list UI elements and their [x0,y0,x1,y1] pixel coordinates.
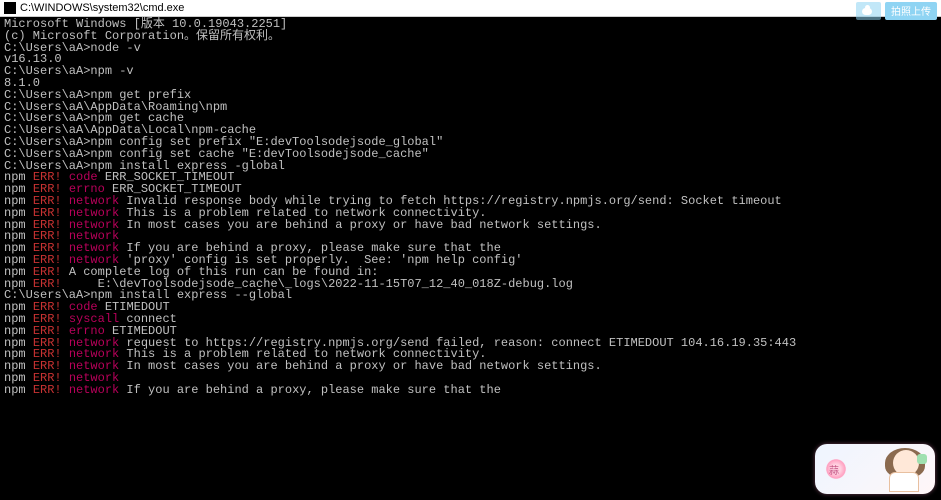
line: C:\Users\aA>npm -v [4,66,937,78]
cloud-badge[interactable] [856,2,881,20]
flower-icon [825,458,847,480]
upload-badge-label: 拍照上传 [891,3,931,19]
line: (c) Microsoft Corporation。保留所有权利。 [4,31,937,43]
err-line: npm ERR! network In most cases you are b… [4,361,937,373]
overlay-badges: 拍照上传 [856,2,937,20]
anime-character [877,448,929,492]
mascot-overlay[interactable] [815,444,935,494]
line: C:\Users\aA>node -v [4,43,937,55]
window-titlebar: C:\WINDOWS\system32\cmd.exe 拍照上传 [0,0,941,17]
upload-badge[interactable]: 拍照上传 [885,2,937,20]
line: v16.13.0 [4,54,937,66]
cloud-icon [862,8,872,15]
terminal-output[interactable]: Microsoft Windows [版本 10.0.19043.2251] (… [0,17,941,500]
window-title: C:\WINDOWS\system32\cmd.exe [20,2,184,14]
err-line: npm ERR! network In most cases you are b… [4,220,937,232]
cmd-icon [4,2,16,14]
err-line: npm ERR! network If you are behind a pro… [4,385,937,397]
